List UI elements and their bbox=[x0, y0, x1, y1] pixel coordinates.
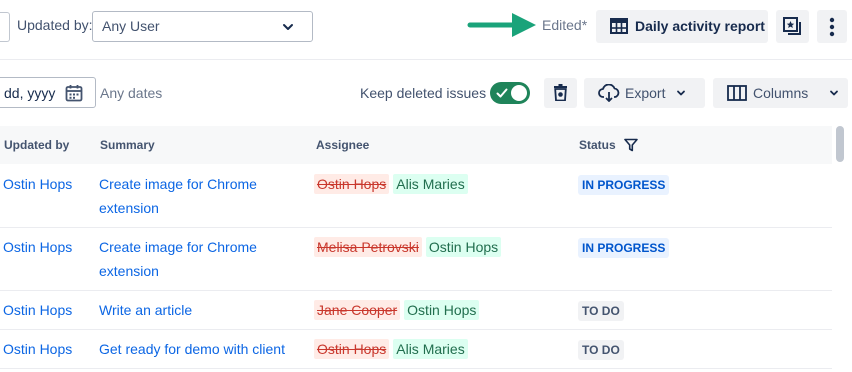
new-assignee: Alis Maries bbox=[393, 174, 468, 194]
date-input-value: dd, yyyy bbox=[4, 85, 56, 101]
status-badge: TO DO bbox=[578, 301, 624, 321]
more-vertical-icon bbox=[829, 17, 835, 37]
column-header-assignee[interactable]: Assignee bbox=[316, 138, 369, 152]
row-assignee-change: Jane Cooper Ostin Hops bbox=[314, 300, 483, 320]
arrow-annotation-icon bbox=[467, 13, 536, 37]
date-input[interactable]: dd, yyyy bbox=[0, 77, 96, 108]
updated-by-value: Any User bbox=[102, 18, 160, 34]
new-assignee: Ostin Hops bbox=[404, 300, 480, 320]
trash-icon bbox=[554, 84, 567, 101]
updated-by-select[interactable]: Any User bbox=[92, 11, 313, 42]
row-assignee-change: Melisa Petrovski Ostin Hops bbox=[314, 237, 505, 257]
chevron-down-icon bbox=[830, 90, 838, 96]
column-header-updated-by[interactable]: Updated by bbox=[4, 138, 69, 152]
columns-icon bbox=[727, 85, 747, 101]
daily-activity-report-label: Daily activity report bbox=[635, 18, 765, 34]
columns-button[interactable]: Columns bbox=[713, 78, 848, 108]
previous-filter-field[interactable] bbox=[0, 12, 10, 42]
row-summary-link[interactable]: Get ready for demo with client bbox=[99, 337, 319, 361]
row-updated-by-link[interactable]: Ostin Hops bbox=[3, 337, 72, 361]
export-label: Export bbox=[625, 85, 666, 101]
cloud-download-icon bbox=[598, 84, 620, 102]
row-summary-link[interactable]: Create image for Chrome extension bbox=[99, 172, 299, 220]
daily-activity-report-button[interactable]: Daily activity report bbox=[596, 10, 768, 43]
status-badge: IN PROGRESS bbox=[578, 238, 670, 258]
previous-assignee: Ostin Hops bbox=[314, 174, 390, 194]
table-row: Ostin Hops Write an article Jane Cooper O… bbox=[0, 291, 832, 330]
save-filter-button[interactable] bbox=[776, 10, 809, 43]
previous-assignee: Jane Cooper bbox=[314, 300, 401, 320]
toolbar-divider bbox=[0, 59, 852, 60]
row-summary-link[interactable]: Create image for Chrome extension bbox=[99, 235, 299, 283]
columns-label: Columns bbox=[753, 85, 809, 101]
status-badge: IN PROGRESS bbox=[578, 175, 670, 195]
table-icon bbox=[610, 18, 628, 34]
any-dates-label: Any dates bbox=[100, 85, 163, 101]
previous-assignee: Melisa Petrovski bbox=[314, 237, 422, 257]
table-row: Ostin Hops Create image for Chrome exten… bbox=[0, 228, 832, 291]
table-header: Updated by Summary Assignee Status bbox=[0, 126, 832, 164]
more-options-button[interactable] bbox=[817, 10, 847, 43]
chevron-down-icon bbox=[677, 90, 685, 96]
new-assignee: Alis Maries bbox=[393, 339, 468, 359]
row-assignee-change: Ostin Hops Alis Maries bbox=[314, 174, 472, 194]
column-header-status[interactable]: Status bbox=[579, 138, 616, 152]
toggle-knob bbox=[511, 85, 527, 101]
new-assignee: Ostin Hops bbox=[425, 237, 502, 257]
table-row: Ostin Hops Get ready for demo with clien… bbox=[0, 330, 832, 369]
export-button[interactable]: Export bbox=[584, 78, 705, 108]
filter-icon[interactable] bbox=[624, 138, 638, 152]
deleted-issues-button[interactable] bbox=[544, 78, 577, 108]
calendar-icon[interactable] bbox=[65, 84, 83, 102]
vertical-scrollbar[interactable] bbox=[836, 126, 844, 162]
row-updated-by-link[interactable]: Ostin Hops bbox=[3, 298, 72, 322]
star-document-icon bbox=[783, 17, 801, 35]
row-assignee-change: Ostin Hops Alis Maries bbox=[314, 339, 472, 359]
row-summary-link[interactable]: Write an article bbox=[99, 298, 299, 322]
table-row: Ostin Hops Create image for Chrome exten… bbox=[0, 165, 832, 228]
status-badge: TO DO bbox=[578, 340, 624, 360]
updated-by-label: Updated by: bbox=[17, 17, 93, 33]
column-header-summary[interactable]: Summary bbox=[100, 138, 155, 152]
check-icon bbox=[496, 88, 508, 98]
chevron-down-icon bbox=[283, 24, 293, 30]
keep-deleted-toggle[interactable] bbox=[490, 82, 530, 104]
row-updated-by-link[interactable]: Ostin Hops bbox=[3, 172, 72, 196]
previous-assignee: Ostin Hops bbox=[314, 339, 390, 359]
row-updated-by-link[interactable]: Ostin Hops bbox=[3, 235, 72, 259]
keep-deleted-label: Keep deleted issues bbox=[360, 85, 487, 101]
edited-indicator: Edited* bbox=[542, 17, 588, 33]
